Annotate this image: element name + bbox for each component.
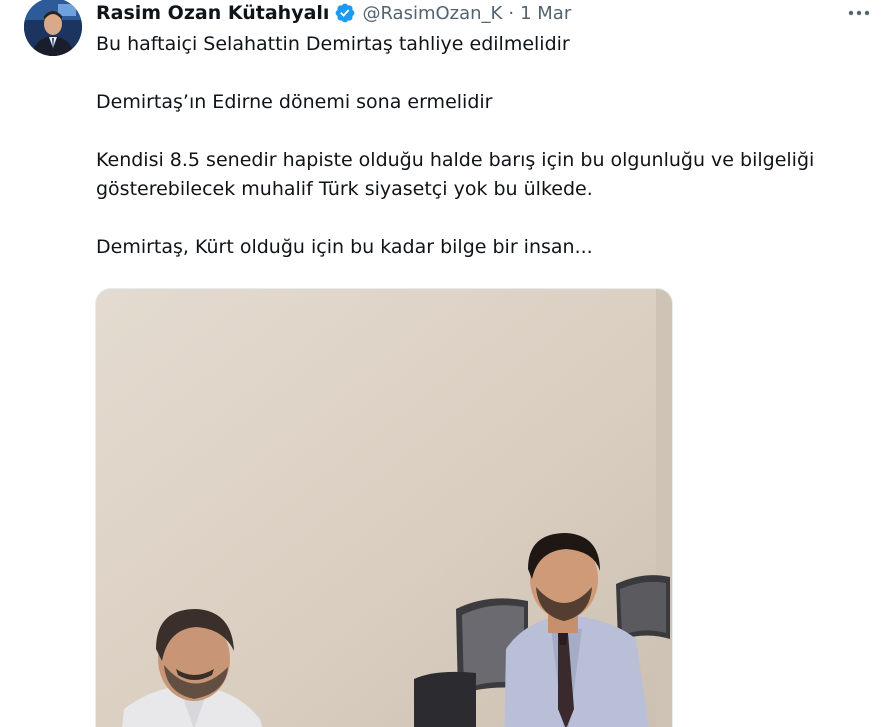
tweet-paragraph: Demirtaş, Kürt olduğu için bu kadar bilg… (96, 236, 593, 258)
tweet-paragraph-line: gösterebilecek muhalif Türk siyasetçi yo… (96, 178, 593, 200)
more-options-icon[interactable] (844, 4, 874, 22)
tweet-date[interactable]: 1 Mar (520, 3, 571, 24)
verified-badge-icon[interactable] (334, 2, 356, 24)
author-handle[interactable]: @RasimOzan_K (362, 3, 502, 24)
tweet-paragraph-line: Kendisi 8.5 senedir hapiste olduğu halde… (96, 149, 815, 171)
tweet-paragraph: Demirtaş’ın Edirne dönemi sona ermelidir (96, 91, 493, 113)
author-avatar[interactable] (24, 0, 82, 56)
author-display-name[interactable]: Rasim Ozan Kütahyalı (96, 2, 329, 24)
tweet-header: Rasim Ozan Kütahyalı @RasimOzan_K · 1 Ma… (96, 0, 571, 26)
tweet-photo[interactable] (95, 288, 673, 727)
tweet-text: Bu haftaiçi Selahattin Demirtaş tahliye … (96, 30, 876, 291)
tweet: Rasim Ozan Kütahyalı @RasimOzan_K · 1 Ma… (0, 0, 885, 727)
header-separator: · (508, 2, 515, 24)
tweet-paragraph: Bu haftaiçi Selahattin Demirtaş tahliye … (96, 33, 570, 55)
